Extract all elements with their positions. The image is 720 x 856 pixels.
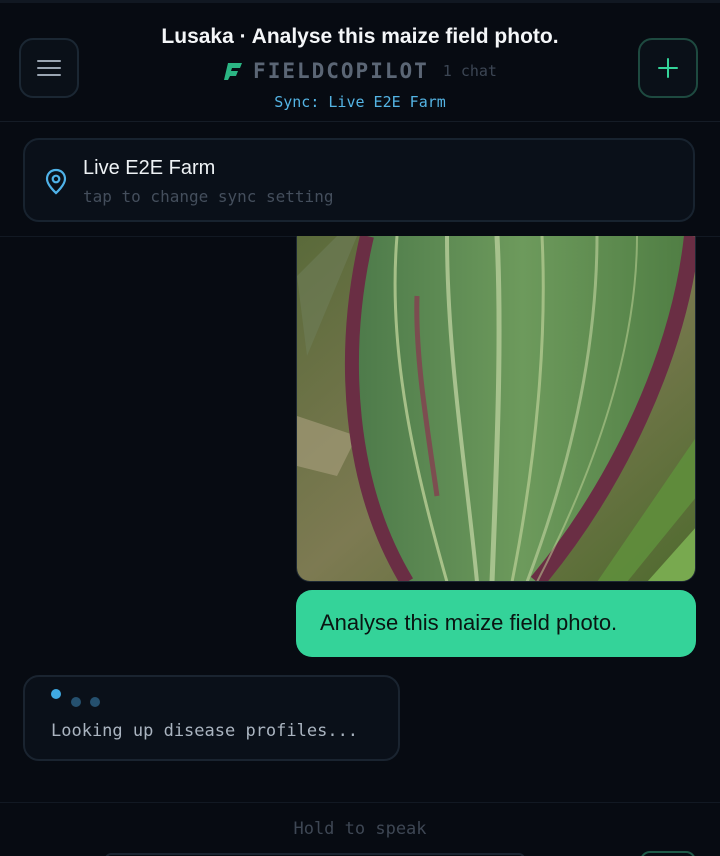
app-header: Lusaka · Analyse this maize field photo.… — [0, 0, 720, 122]
typing-dot — [51, 689, 61, 699]
assistant-typing-card: Looking up disease profiles... — [23, 675, 400, 761]
chat-count: 1 chat — [442, 62, 497, 80]
menu-button[interactable] — [19, 38, 79, 98]
new-chat-button[interactable] — [638, 38, 698, 98]
location-pin-icon — [45, 168, 67, 195]
page-title: Lusaka · Analyse this maize field photo. — [161, 25, 559, 48]
sync-status[interactable]: Sync: Live E2E Farm — [120, 93, 600, 111]
mic-button[interactable] — [640, 851, 696, 856]
hold-to-speak-label: Hold to speak — [293, 819, 427, 839]
plus-icon — [658, 58, 678, 78]
composer-footer: Hold to speak — [0, 802, 720, 856]
hamburger-menu-icon — [37, 60, 61, 76]
uploaded-photo[interactable] — [296, 236, 696, 582]
maize-leaf-image — [297, 236, 695, 581]
brand-name: FIELDCOPILOT — [253, 59, 429, 83]
farm-name: Live E2E Farm — [83, 157, 216, 179]
typing-dot — [90, 697, 100, 707]
fieldcopilot-logo-icon — [224, 63, 243, 80]
user-message: Analyse this maize field photo. — [296, 590, 696, 657]
typing-dot — [71, 697, 81, 707]
assistant-status: Looking up disease profiles... — [51, 721, 359, 741]
brand-row: FIELDCOPILOT 1 chat — [120, 59, 600, 83]
farm-hint: tap to change sync setting — [83, 187, 334, 206]
farm-sync-card[interactable]: Live E2E Farm tap to change sync setting — [23, 138, 695, 222]
